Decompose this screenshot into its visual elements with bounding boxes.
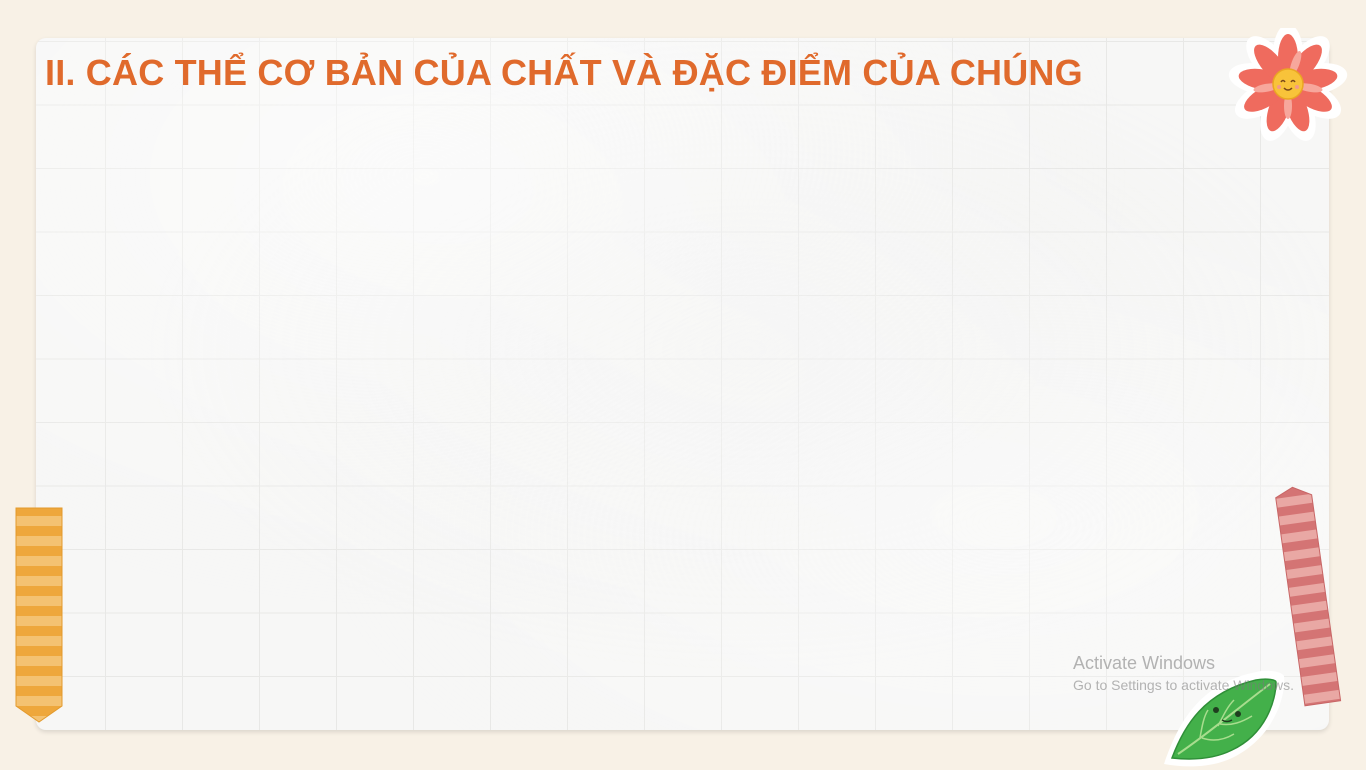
watermark-subtitle: Go to Settings to activate Windows. [1073, 677, 1294, 693]
flower-sticker-icon [1228, 28, 1348, 141]
watermark-title: Activate Windows [1073, 653, 1216, 673]
washi-tape-left [15, 507, 63, 723]
windows-activation-watermark: Activate Windows Go to Settings to activ… [1073, 652, 1294, 696]
grid-paper-background [36, 38, 1329, 730]
slide-title: II. CÁC THỂ CƠ BẢN CỦA CHẤT VÀ ĐẶC ĐIỂM … [45, 52, 1083, 93]
